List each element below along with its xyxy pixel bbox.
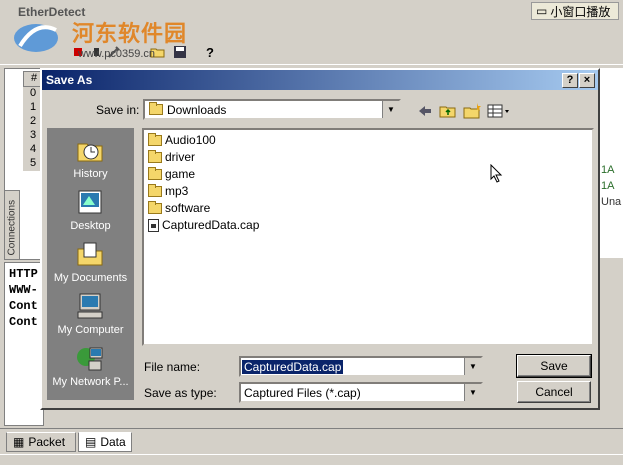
place-label: My Documents xyxy=(53,272,128,284)
close-button[interactable]: × xyxy=(579,73,595,88)
text-line: Cont xyxy=(9,315,38,329)
back-icon[interactable] xyxy=(415,102,435,120)
history-icon xyxy=(77,143,103,162)
bottom-tabs: ▦ Packet ▤ Data xyxy=(0,428,623,453)
cancel-button[interactable]: Cancel xyxy=(517,381,591,403)
small-window-label: 小窗口播放 xyxy=(550,4,611,19)
folder-icon xyxy=(148,149,162,163)
data-icon: ▤ xyxy=(85,435,97,449)
save-as-dialog: Save As ? × Save in: Downloads ▼ History… xyxy=(40,68,600,410)
strip-value: 1A xyxy=(601,164,615,176)
tab-data[interactable]: ▤ Data xyxy=(78,432,132,452)
strip-value: 1A xyxy=(601,180,615,192)
dialog-title: Save As xyxy=(46,73,93,87)
list-item[interactable]: CapturedData.cap xyxy=(148,217,259,233)
place-my-computer[interactable]: My Computer xyxy=(47,290,134,342)
view-menu-icon[interactable] xyxy=(486,102,512,120)
small-window-play-button[interactable]: ▭ 小窗口播放 xyxy=(531,2,619,20)
list-item[interactable]: mp3 xyxy=(148,183,188,199)
watermark: 河东软件园 www.pc0359.cn xyxy=(8,14,228,66)
tab-packet[interactable]: ▦ Packet xyxy=(6,432,76,452)
place-my-network[interactable]: My Network P... xyxy=(47,342,134,394)
place-label: History xyxy=(73,168,108,180)
file-name-input[interactable]: CapturedData.cap ▼ xyxy=(239,356,483,377)
dialog-title-bar[interactable]: Save As ? × xyxy=(42,70,598,90)
place-my-documents[interactable]: My Documents xyxy=(47,238,134,290)
folder-icon xyxy=(148,132,162,146)
new-folder-icon[interactable] xyxy=(462,102,482,120)
place-desktop[interactable]: Desktop xyxy=(47,186,134,238)
cap-file-icon xyxy=(148,218,159,232)
my-network-icon xyxy=(77,347,103,371)
save-button[interactable]: Save xyxy=(516,354,592,378)
data-text-area[interactable]: HTTP WWW- Cont Cont xyxy=(4,262,44,426)
mouse-cursor-icon xyxy=(490,164,503,183)
watermark-title: 河东软件园 xyxy=(72,21,188,46)
list-item[interactable]: Audio100 xyxy=(148,132,216,148)
list-item[interactable]: software xyxy=(148,200,210,216)
up-folder-icon[interactable] xyxy=(438,102,458,120)
help-button[interactable]: ? xyxy=(562,73,578,88)
text-line: WWW- xyxy=(9,283,38,297)
watermark-url: www.pc0359.cn xyxy=(78,48,156,60)
file-name: mp3 xyxy=(165,184,189,198)
place-history[interactable]: History xyxy=(47,134,134,186)
save-type-value: Captured Files (*.cap) xyxy=(244,385,361,400)
right-data-strip: 1A 1A Una xyxy=(598,68,623,258)
file-name-label: File name: xyxy=(144,360,201,374)
file-list[interactable]: Audio100 driver game mp3 software Captur… xyxy=(142,128,594,346)
folder-icon xyxy=(148,200,162,214)
connections-side-tab[interactable]: Connections xyxy=(4,190,20,260)
tab-label: Data xyxy=(100,435,126,449)
list-item[interactable]: driver xyxy=(148,149,195,165)
my-documents-icon xyxy=(77,242,103,266)
status-bar xyxy=(0,454,623,465)
folder-icon xyxy=(148,183,162,197)
place-label: My Computer xyxy=(57,324,124,336)
save-in-dropdown[interactable]: Downloads ▼ xyxy=(143,99,401,120)
save-type-dropdown[interactable]: Captured Files (*.cap) ▼ xyxy=(239,382,483,403)
folder-icon xyxy=(149,102,163,115)
place-label: My Network P... xyxy=(52,376,129,388)
chevron-down-icon[interactable]: ▼ xyxy=(464,384,481,401)
save-in-value: Downloads xyxy=(167,102,227,117)
my-computer-icon xyxy=(77,293,103,319)
connections-tab-label: Connections xyxy=(6,199,18,256)
places-bar: History Desktop My Documents My Computer… xyxy=(47,128,134,400)
file-name: software xyxy=(165,201,211,215)
packet-icon: ▦ xyxy=(13,435,25,449)
file-name: Audio100 xyxy=(165,133,216,147)
file-name: CapturedData.cap xyxy=(162,218,260,232)
text-line: HTTP xyxy=(9,267,38,281)
chevron-down-icon[interactable]: ▼ xyxy=(464,358,481,375)
folder-icon xyxy=(148,166,162,180)
desktop-icon xyxy=(78,190,102,214)
file-name: driver xyxy=(165,150,196,164)
save-type-label: Save as type: xyxy=(144,386,217,400)
text-line: Cont xyxy=(9,299,38,313)
file-name-value: CapturedData.cap xyxy=(242,359,344,374)
place-label: Desktop xyxy=(70,220,111,232)
chevron-down-icon[interactable]: ▼ xyxy=(382,101,399,118)
save-in-label: Save in: xyxy=(96,103,140,117)
watermark-logo-icon xyxy=(14,24,58,52)
tab-label: Packet xyxy=(28,435,66,449)
tv-icon: ▭ xyxy=(536,4,548,18)
strip-value: Una xyxy=(601,196,622,208)
list-item[interactable]: game xyxy=(148,166,195,182)
file-name: game xyxy=(165,167,196,181)
